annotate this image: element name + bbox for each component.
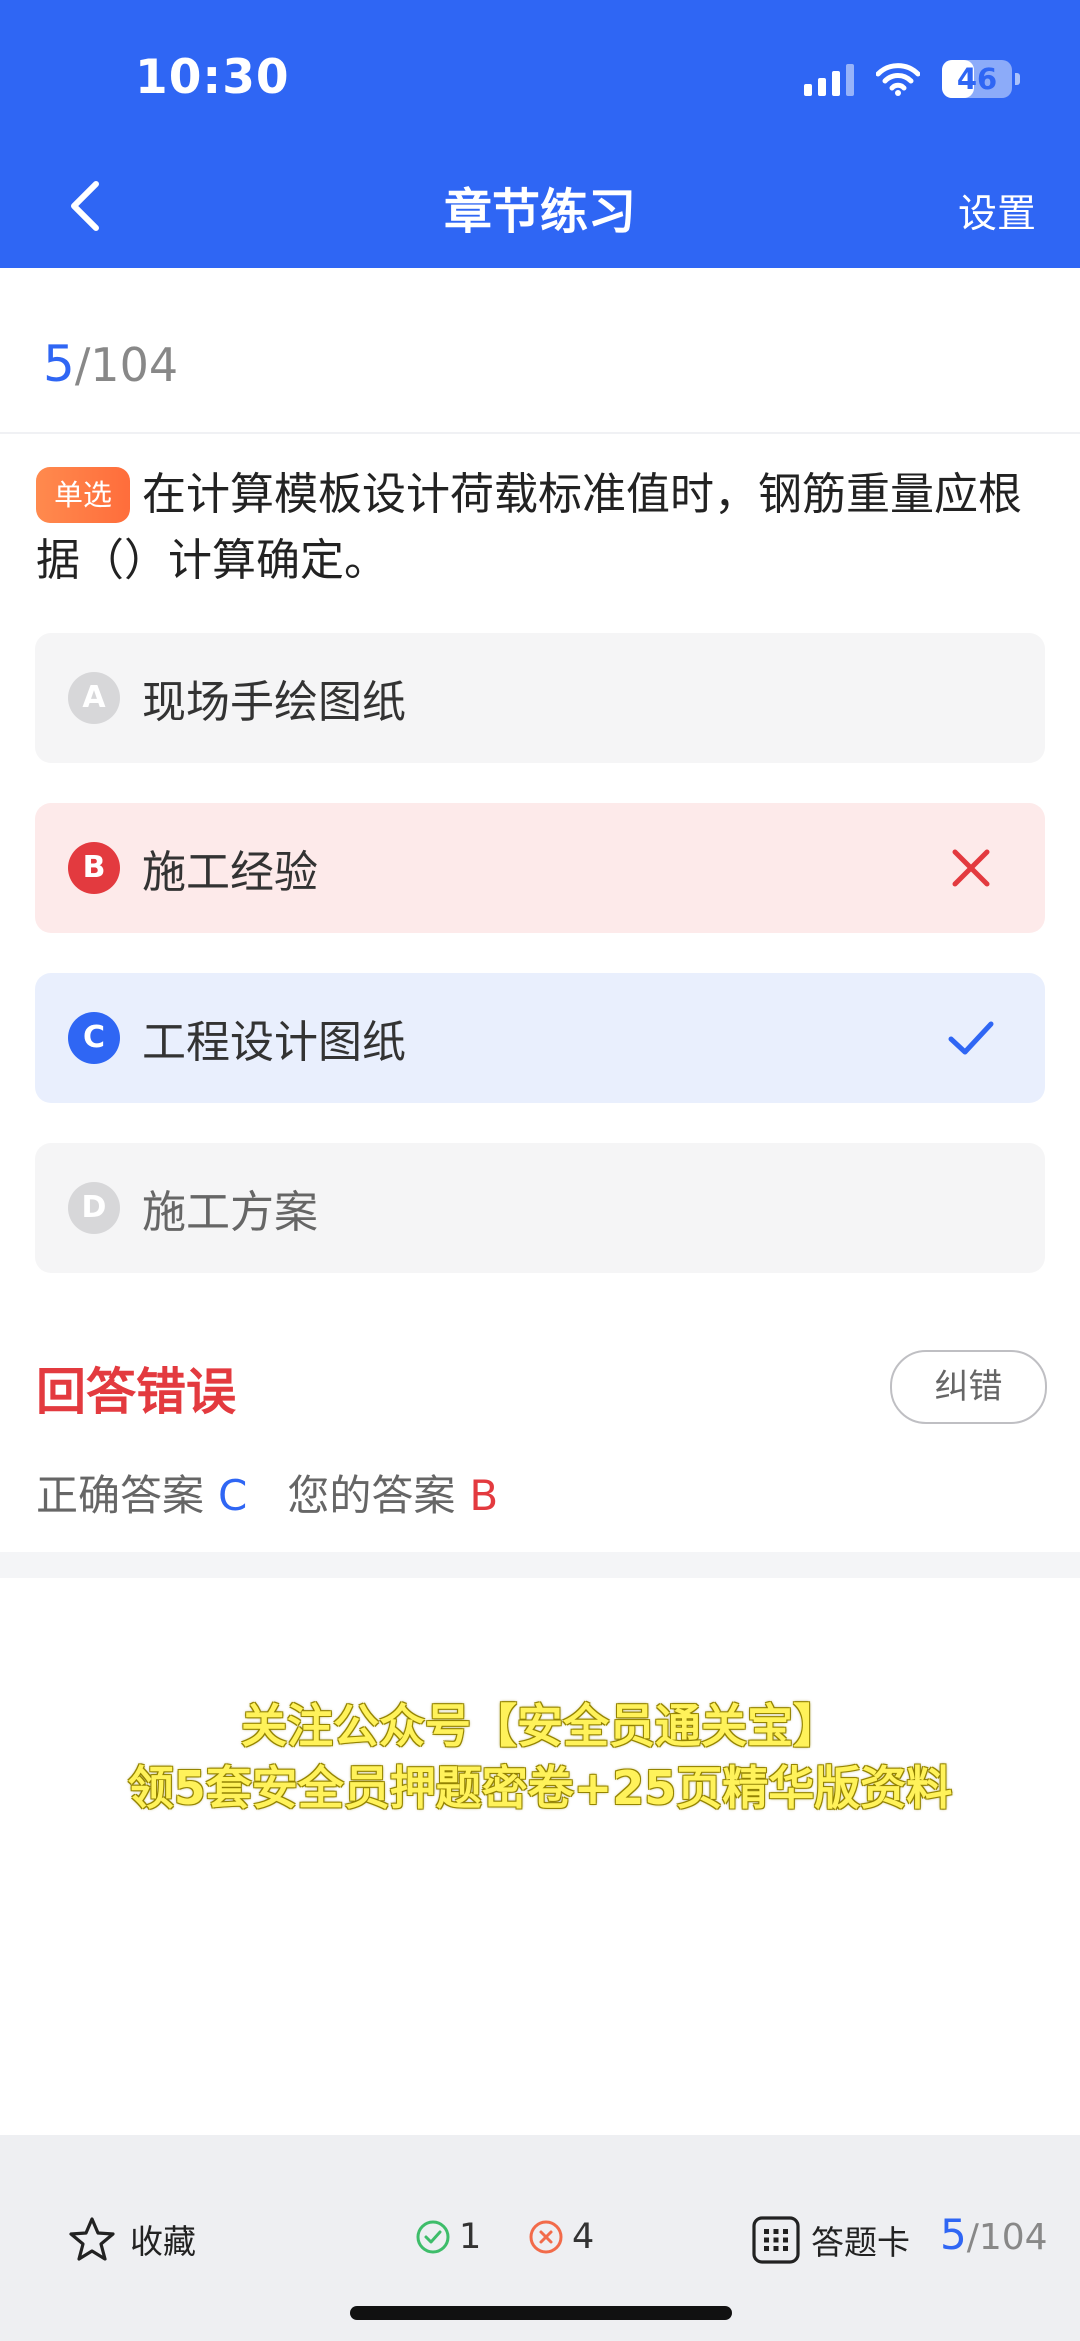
section-separator	[0, 1552, 1080, 1578]
report-error-button[interactable]: 纠错	[890, 1350, 1047, 1424]
answer-result-status: 回答错误	[36, 1363, 236, 1421]
divider	[0, 432, 1080, 434]
question-type-badge: 单选	[36, 467, 131, 523]
top-app-bar: 10:30 46 章节练习 设置	[0, 0, 1080, 268]
question-stem: 单选 在计算模板设计荷载标准值时，钢筋重量应根据（）计算确定。	[36, 462, 1046, 594]
option-text: 现场手绘图纸	[142, 677, 406, 728]
wifi-icon	[876, 63, 920, 96]
status-time: 10:30	[135, 50, 290, 105]
star-icon	[69, 2217, 115, 2261]
option-letter: A	[68, 672, 120, 724]
bottom-progress-total: /104	[966, 2217, 1048, 2258]
battery-level: 46	[956, 62, 998, 96]
progress-total: /104	[74, 338, 179, 392]
correct-count: 1	[415, 2217, 481, 2257]
promo-text-line1: 关注公众号【安全员通关宝】	[241, 1699, 839, 1753]
correct-count-value: 1	[459, 2217, 482, 2257]
option-a[interactable]: A 现场手绘图纸	[35, 633, 1045, 763]
wrong-count-value: 4	[572, 2217, 595, 2257]
option-d[interactable]: D 施工方案	[35, 1143, 1045, 1273]
option-b[interactable]: B 施工经验	[35, 803, 1045, 933]
status-icons: 46	[804, 56, 1020, 102]
promo-text-line2: 领5套安全员押题密卷+25页精华版资料	[127, 1761, 953, 1815]
bottom-progress: 5/104	[940, 2210, 1048, 2259]
question-text: 在计算模板设计荷载标准值时，钢筋重量应根据（）计算确定。	[36, 469, 1023, 586]
x-circle-icon	[529, 2220, 563, 2254]
wrong-count: 4	[528, 2217, 594, 2257]
answer-card-label: 答题卡	[811, 2223, 910, 2262]
favorite-button[interactable]: 收藏	[68, 2215, 196, 2263]
home-indicator	[350, 2306, 732, 2320]
cellular-signal-icon	[804, 62, 854, 96]
correct-answer-value: C	[218, 1471, 248, 1520]
question-progress: 5/104	[43, 335, 178, 393]
progress-current: 5	[43, 335, 75, 393]
option-text: 施工经验	[142, 847, 318, 898]
wrong-x-icon	[952, 849, 990, 887]
correct-check-icon	[948, 1021, 994, 1055]
option-letter: B	[68, 842, 120, 894]
bottom-progress-current: 5	[940, 2210, 967, 2259]
your-answer-value: B	[469, 1471, 499, 1520]
option-text: 施工方案	[142, 1187, 318, 1238]
correct-answer-label: 正确答案	[36, 1471, 205, 1520]
settings-button[interactable]: 设置	[958, 183, 1036, 239]
answer-card-button[interactable]: 答题卡	[751, 2215, 910, 2265]
option-letter: D	[68, 1182, 120, 1234]
grid-icon	[752, 2216, 800, 2264]
battery-icon: 46	[942, 60, 1020, 98]
check-circle-icon	[416, 2220, 450, 2254]
answer-comparison: 正确答案 C 您的答案 B	[36, 1462, 498, 1523]
your-answer-label: 您的答案	[287, 1471, 456, 1520]
option-c[interactable]: C 工程设计图纸	[35, 973, 1045, 1103]
favorite-label: 收藏	[130, 2222, 196, 2261]
option-letter: C	[68, 1012, 120, 1064]
page-title: 章节练习	[443, 184, 636, 240]
option-text: 工程设计图纸	[142, 1017, 406, 1068]
